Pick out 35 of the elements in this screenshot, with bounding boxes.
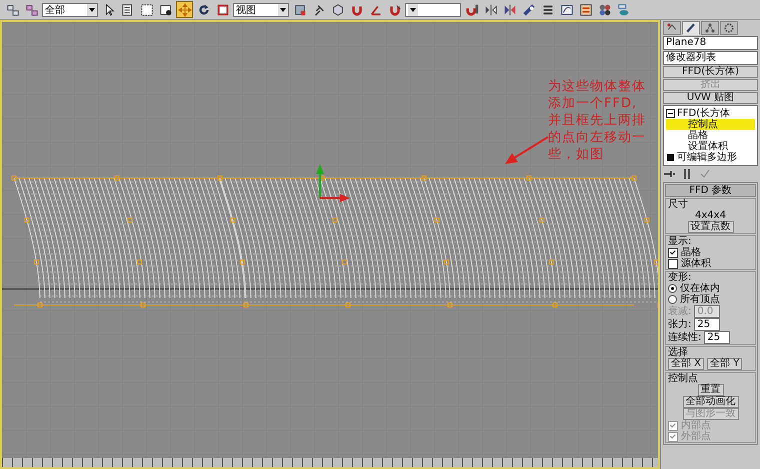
modifier-button[interactable]: FFD(长方体)	[663, 66, 758, 78]
checkbox-label: 内部点	[681, 420, 711, 431]
radio-label: 所有顶点	[680, 294, 720, 305]
dropdown[interactable]: 视图	[233, 2, 289, 16]
modifier-list-dropdown[interactable]: 修改器列表	[663, 51, 758, 65]
object-name-field[interactable]: Plane78	[663, 36, 758, 50]
group-title: 变形:	[668, 272, 692, 283]
dropdown[interactable]: 全部	[42, 2, 98, 16]
checkbox-label: 晶格	[681, 247, 701, 258]
panel-button[interactable]: 全部动画化	[682, 396, 738, 408]
panel-button[interactable]: 全部 Y	[707, 358, 742, 370]
radio-label: 仅在体内	[680, 283, 720, 294]
spinner-field[interactable]: 25	[694, 318, 720, 331]
checkbox-label: 外部点	[681, 431, 711, 442]
spinner-label: 连续性:	[668, 332, 702, 343]
sub-object-item[interactable]: 设置体积	[666, 141, 755, 152]
panel-button[interactable]: 设置点数	[688, 221, 734, 233]
panel-button[interactable]: 全部 X	[668, 358, 704, 370]
panel-button[interactable]: 重置	[698, 384, 724, 396]
spinner-field[interactable]: 25	[704, 331, 730, 344]
sub-object-item[interactable]: 晶格	[666, 130, 755, 141]
checkbox-label: 源体积	[681, 258, 711, 269]
modifier-button[interactable]: UVW 贴图	[663, 92, 758, 104]
sub-object-item[interactable]: 控制点	[666, 119, 755, 130]
group-title: 显示:	[668, 236, 692, 247]
annotation-text: 为这些物体整体添加一个FFD,并且框先上两排的点向左移动一些，如图	[548, 78, 647, 163]
spinner-label: 衰减:	[668, 306, 692, 317]
group-title: 选择	[668, 347, 688, 358]
stack-item[interactable]: 可编辑多边形	[677, 152, 737, 163]
stack-item[interactable]: FFD(长方体	[677, 108, 730, 119]
rollout-title[interactable]: FFD 参数	[665, 184, 756, 197]
dimension-text: 4x4x4	[695, 210, 726, 221]
spinner-label: 张力:	[668, 319, 692, 330]
group-title: 控制点	[668, 373, 698, 384]
group-title: 尺寸	[668, 199, 688, 210]
